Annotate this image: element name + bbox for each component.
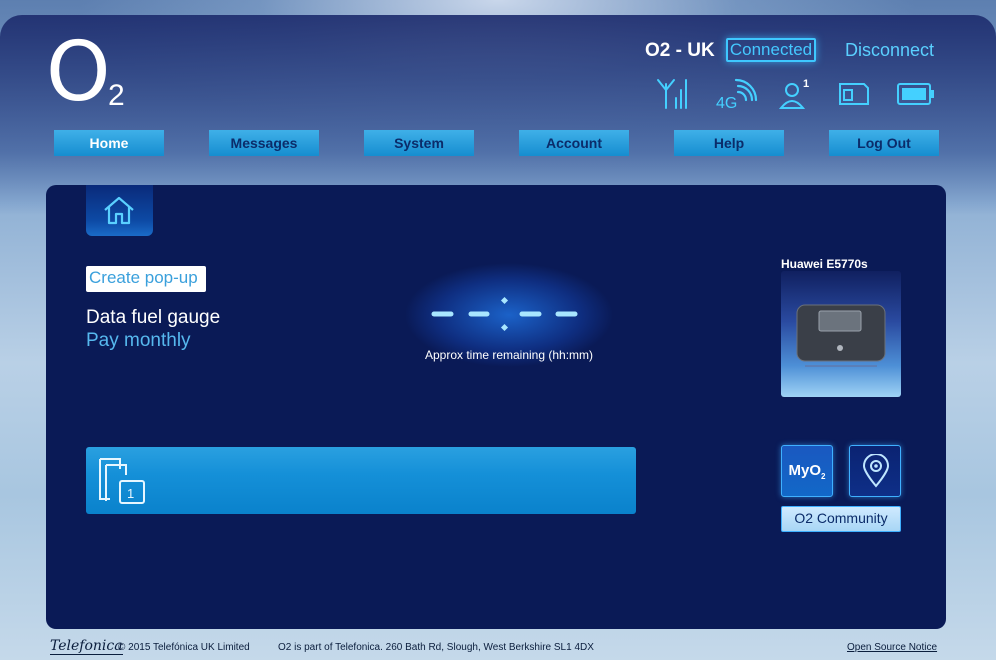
logo-subscript: 2 xyxy=(108,79,125,112)
footer: Telefonica © 2015 Telefónica UK Limited … xyxy=(0,636,996,660)
main-panel: Create pop-up Data fuel gauge Pay monthl… xyxy=(46,185,946,629)
telefonica-logo: Telefonica xyxy=(50,638,123,655)
myo2-subscript: 2 xyxy=(821,472,826,481)
status-icons: 4G 1 xyxy=(654,76,944,116)
time-dashes xyxy=(431,296,578,332)
gauge-title: Data fuel gauge xyxy=(86,307,221,328)
logo-letter: O xyxy=(46,25,111,120)
4g-signal-icon: 4G xyxy=(716,78,758,112)
tab-log-out[interactable]: Log Out xyxy=(829,130,939,156)
myo2-label: MyO xyxy=(788,462,822,479)
home-button[interactable] xyxy=(86,185,153,236)
time-remaining-display: Approx time remaining (hh:mm) xyxy=(379,250,639,380)
network-type-text: 4G xyxy=(716,95,737,112)
tab-system[interactable]: System xyxy=(364,130,474,156)
tab-home[interactable]: Home xyxy=(54,130,164,156)
time-remaining-label: Approx time remaining (hh:mm) xyxy=(424,348,594,362)
main-nav: Home Messages System Account Help Log Ou… xyxy=(54,130,944,156)
messages-bar[interactable]: 1 xyxy=(86,447,636,514)
home-icon xyxy=(104,196,134,225)
location-tile[interactable] xyxy=(849,445,901,497)
create-popup-button[interactable]: Create pop-up xyxy=(86,266,206,292)
device-image xyxy=(781,271,901,397)
network-name: O2 - UK xyxy=(645,40,715,61)
user-count-icon: 1 xyxy=(778,78,809,109)
battery-icon xyxy=(897,83,934,105)
router-icon xyxy=(796,304,886,367)
device-name: Huawei E5770s xyxy=(781,257,868,271)
disconnect-button[interactable]: Disconnect xyxy=(845,40,934,61)
sms-icon: 1 xyxy=(99,458,145,504)
connection-bar: O2 - UK Connected Disconnect xyxy=(640,38,970,66)
user-count-text: 1 xyxy=(803,78,809,90)
location-pin-icon xyxy=(862,454,890,488)
o2-logo: O 2 xyxy=(46,25,136,120)
open-source-notice-link[interactable]: Open Source Notice xyxy=(847,642,937,653)
gauge-plan: Pay monthly xyxy=(86,330,191,351)
address-text: O2 is part of Telefonica. 260 Bath Rd, S… xyxy=(278,642,594,653)
sim-card-icon xyxy=(839,83,869,105)
tab-account[interactable]: Account xyxy=(519,130,629,156)
sms-count: 1 xyxy=(127,486,134,501)
o2-community-button[interactable]: O2 Community xyxy=(781,506,901,532)
connection-status-badge: Connected xyxy=(726,38,816,62)
tab-messages[interactable]: Messages xyxy=(209,130,319,156)
tab-help[interactable]: Help xyxy=(674,130,784,156)
myo2-tile[interactable]: MyO2 xyxy=(781,445,833,497)
signal-antenna-icon xyxy=(657,79,687,109)
copyright-text: © 2015 Telefónica UK Limited xyxy=(118,642,250,653)
